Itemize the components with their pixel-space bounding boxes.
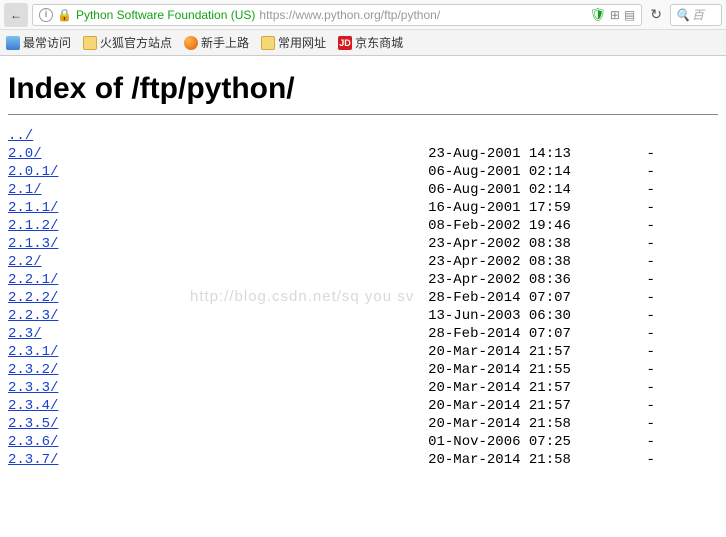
dir-link[interactable]: 2.1.1/	[8, 200, 58, 216]
bookmark-label: 最常访问	[23, 34, 71, 51]
bookmark-jd[interactable]: JD 京东商城	[338, 34, 403, 51]
dir-link[interactable]: 2.2.1/	[8, 272, 58, 288]
jd-icon: JD	[338, 36, 352, 50]
reader-icon[interactable]: ▤	[624, 8, 635, 22]
bookmark-most-visited[interactable]: 最常访问	[6, 34, 71, 51]
dir-link[interactable]: 2.1/	[8, 182, 42, 198]
bookmark-fx-official[interactable]: 火狐官方站点	[83, 34, 172, 51]
bookmark-label: 常用网址	[278, 34, 326, 51]
dir-link[interactable]: 2.1.3/	[8, 236, 58, 252]
bookmark-label: 新手上路	[201, 34, 249, 51]
dir-link[interactable]: 2.3/	[8, 326, 42, 342]
address-bar: ← i 🔒 Python Software Foundation (US) ht…	[0, 0, 726, 30]
folder-icon	[83, 36, 97, 50]
bookmark-common-sites[interactable]: 常用网址	[261, 34, 326, 51]
bookmark-newbie[interactable]: 新手上路	[184, 34, 249, 51]
bookmarks-bar: 最常访问 火狐官方站点 新手上路 常用网址 JD 京东商城	[0, 30, 726, 56]
dir-link[interactable]: 2.3.7/	[8, 452, 58, 468]
dir-link[interactable]: 2.2/	[8, 254, 42, 270]
dir-link[interactable]: 2.3.4/	[8, 398, 58, 414]
parent-dir-link[interactable]: ../	[8, 128, 33, 144]
dir-link[interactable]: 2.3.5/	[8, 416, 58, 432]
shield-icon[interactable]: 🛡	[589, 7, 606, 23]
dir-link[interactable]: 2.3.2/	[8, 362, 58, 378]
dir-link[interactable]: 2.0/	[8, 146, 42, 162]
bookmark-label: 京东商城	[355, 34, 403, 51]
folder-icon	[261, 36, 275, 50]
dir-link[interactable]: 2.2.2/	[8, 290, 58, 306]
dir-link[interactable]: 2.2.3/	[8, 308, 58, 324]
site-info-icon[interactable]: i	[39, 8, 53, 22]
dir-link[interactable]: 2.3.3/	[8, 380, 58, 396]
bookmark-label: 火狐官方站点	[100, 34, 172, 51]
directory-listing: ../ 2.0/ 23-Aug-2001 14:13 - 2.0.1/ 06-A…	[8, 127, 718, 469]
lock-icon: 🔒	[57, 8, 72, 22]
search-box[interactable]: 🔍 百	[670, 4, 722, 26]
search-hint: 百	[692, 6, 704, 23]
qr-icon[interactable]: ⊞	[610, 8, 620, 22]
reload-button[interactable]: ↻	[646, 6, 666, 23]
most-visited-icon	[6, 36, 20, 50]
back-button[interactable]: ←	[4, 3, 28, 27]
dir-link[interactable]: 2.3.6/	[8, 434, 58, 450]
dir-link[interactable]: 2.3.1/	[8, 344, 58, 360]
search-icon: 🔍	[675, 8, 690, 22]
page-title: Index of /ftp/python/	[8, 72, 718, 106]
firefox-icon	[184, 36, 198, 50]
site-identity: Python Software Foundation (US)	[76, 8, 255, 22]
url-text: https://www.python.org/ftp/python/	[259, 8, 440, 22]
page-content: Index of /ftp/python/ http://blog.csdn.n…	[0, 56, 726, 469]
url-field[interactable]: i 🔒 Python Software Foundation (US) http…	[32, 4, 642, 26]
divider	[8, 114, 718, 115]
dir-link[interactable]: 2.0.1/	[8, 164, 58, 180]
dir-link[interactable]: 2.1.2/	[8, 218, 58, 234]
